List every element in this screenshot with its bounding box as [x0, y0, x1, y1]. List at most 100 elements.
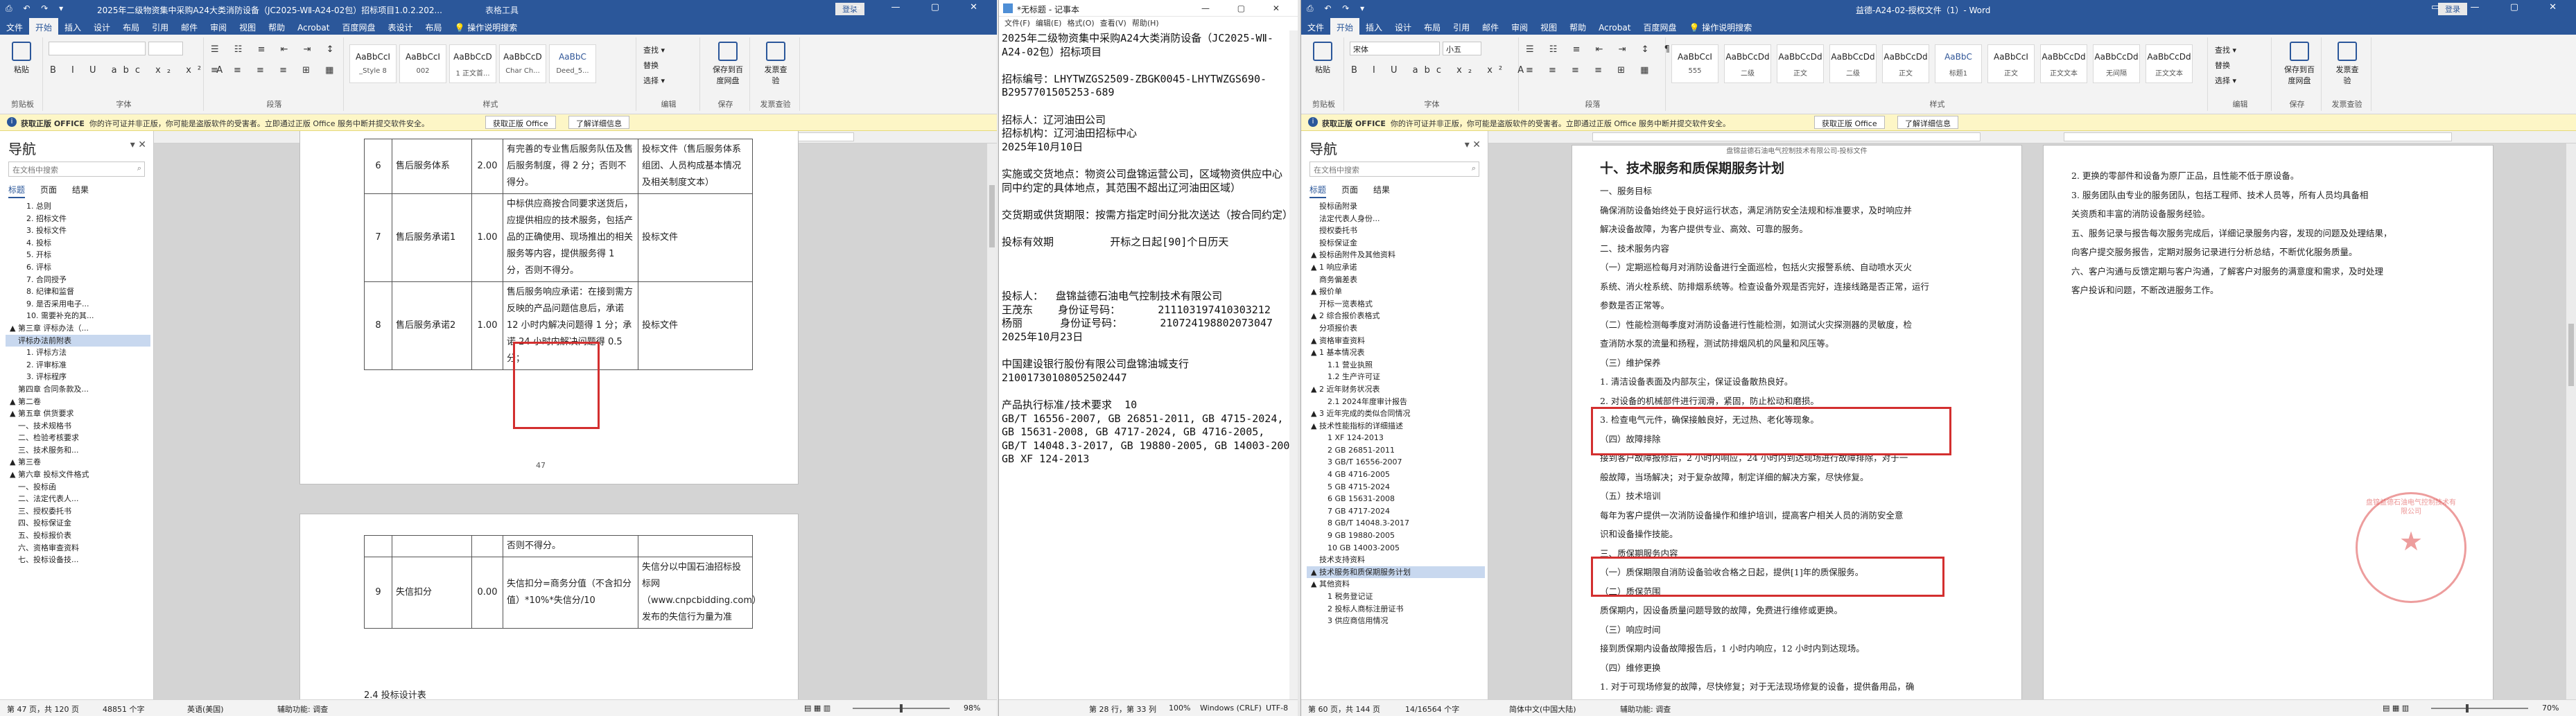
tab-layout[interactable]: 布局 — [116, 18, 146, 35]
style-gallery-item[interactable]: AaBbCcDd 二级 — [1829, 44, 1877, 83]
nav-heading-item[interactable]: 1. 评标方法 — [6, 347, 150, 359]
tab-table-design[interactable]: 表设计 — [381, 18, 419, 35]
style-gallery-item[interactable]: AaBbCcD 1 正文首... — [449, 44, 496, 83]
nav-heading-item[interactable]: 10 GB 14003-2005 — [1307, 542, 1485, 555]
word-count[interactable]: 48851 个字 — [103, 704, 145, 715]
replace-button[interactable]: 替换 — [643, 58, 665, 73]
zoom-slider[interactable] — [2431, 708, 2528, 709]
quick-access-toolbar[interactable]: ⎙ ↶ ↷ ▾ — [1307, 3, 1368, 14]
nav-heading-item[interactable]: 1 税务登记证 — [1307, 591, 1485, 603]
nav-heading-item[interactable]: 2.1 2024年度审计报告 — [1307, 396, 1485, 408]
replace-button[interactable]: 替换 — [2215, 58, 2236, 73]
nav-heading-item[interactable]: 9 GB 19880-2005 — [1307, 530, 1485, 542]
nav-heading-item[interactable]: 五、投标报价表 — [6, 530, 150, 542]
tab-mailings[interactable]: 邮件 — [1476, 18, 1505, 35]
nav-heading-item[interactable]: 第四章 合同条款及... — [6, 383, 150, 396]
close-icon[interactable]: ▾ ✕ — [130, 139, 146, 150]
style-gallery-item[interactable]: AaBbCcDd 二级 — [1724, 44, 1771, 83]
style-gallery-item[interactable]: AaBbCcDd 正文文本 — [2040, 44, 2087, 83]
vertical-scrollbar[interactable] — [987, 143, 997, 699]
nav-heading-item[interactable]: 商务偏差表 — [1307, 274, 1485, 286]
tab-design[interactable]: 设计 — [1389, 18, 1418, 35]
menu-help[interactable]: 帮助(H) — [1132, 19, 1159, 28]
tab-home[interactable]: 开始 — [1330, 18, 1360, 35]
learn-more-button[interactable]: 了解详细信息 — [568, 116, 629, 129]
font-size-box[interactable] — [148, 42, 183, 55]
get-genuine-office-button[interactable]: 获取正版 Office — [1814, 116, 1885, 129]
tab-mailings[interactable]: 邮件 — [175, 18, 204, 35]
accessibility[interactable]: 辅助功能: 调查 — [277, 704, 328, 715]
save-to-baidu-button[interactable]: 保存到百度网盘 — [2283, 42, 2316, 85]
tab-review[interactable]: 审阅 — [1505, 18, 1534, 35]
window-controls[interactable]: — ▢ ✕ — [1201, 3, 1292, 13]
align-buttons[interactable]: ≡ ≡ ≡ ≡ ⊞ ▦ — [211, 65, 340, 76]
nav-heading-item[interactable]: 1.1 营业执照 — [1307, 359, 1485, 372]
nav-heading-item[interactable]: ▲ 投标函附件及其他资料 — [1307, 249, 1485, 261]
nav-heading-item[interactable]: ▲ 第三章 评标办法（... — [6, 322, 150, 335]
window-controls[interactable]: ▭ — ▢ ✕ — [852, 2, 991, 12]
tab-acrobat[interactable]: Acrobat — [1592, 19, 1637, 35]
vertical-scrollbar[interactable] — [2566, 143, 2576, 699]
find-button[interactable]: 查找 ▾ — [2215, 43, 2236, 58]
invoice-check-button[interactable]: 发票查验 — [2333, 42, 2362, 85]
style-gallery-item[interactable]: AaBbCcD Char Ch... — [499, 44, 546, 83]
style-gallery-item[interactable]: AaBbCcI 002 — [399, 44, 446, 83]
nav-heading-item[interactable]: ▲ 报价单 — [1307, 286, 1485, 298]
find-button[interactable]: 查找 ▾ — [643, 43, 665, 58]
align-buttons[interactable]: ≡ ≡ ≡ ≡ ⊞ ▦ — [1526, 65, 1655, 76]
tab-baidu[interactable]: 百度网盘 — [336, 18, 381, 35]
nav-heading-item[interactable]: 2 投标人商标注册证书 — [1307, 603, 1485, 615]
language[interactable]: 简体中文(中国大陆) — [1509, 704, 1576, 715]
nav-heading-item[interactable]: 二、检验考核要求 — [6, 432, 150, 444]
page-count[interactable]: 第 47 页，共 120 页 — [7, 704, 79, 715]
invoice-check-button[interactable]: 发票查验 — [761, 42, 790, 85]
nav-heading-item[interactable]: ▲ 3 近年完成的类似合同情况 — [1307, 408, 1485, 420]
tab-table-layout[interactable]: 布局 — [419, 18, 448, 35]
page-count[interactable]: 第 60 页，共 144 页 — [1308, 704, 1380, 715]
learn-more-button[interactable]: 了解详细信息 — [1897, 116, 1958, 129]
zoom-level[interactable]: 70% — [2542, 704, 2559, 713]
nav-heading-item[interactable]: 三、技术服务和... — [6, 444, 150, 457]
nav-heading-item[interactable]: ▲ 第六章 投标文件格式 — [6, 469, 150, 481]
nav-heading-item[interactable]: ▲ 资格审查资料 — [1307, 335, 1485, 347]
nav-tab-headings[interactable]: 标题 — [8, 185, 26, 198]
accessibility[interactable]: 辅助功能: 调查 — [1620, 704, 1671, 715]
nav-heading-item[interactable]: ▲ 其他资料 — [1307, 578, 1485, 591]
nav-heading-item[interactable]: 投标函附录 — [1307, 200, 1485, 213]
nav-heading-item[interactable]: 6 GB 15631-2008 — [1307, 493, 1485, 505]
vertical-scrollbar[interactable] — [1289, 30, 1298, 699]
tell-me-search[interactable]: 💡 操作说明搜索 — [449, 18, 524, 35]
tell-me-search[interactable]: 💡 操作说明搜索 — [1682, 18, 1758, 35]
nav-heading-item[interactable]: 4. 投标 — [6, 237, 150, 250]
nav-tab-results[interactable]: 结果 — [1373, 185, 1390, 195]
quick-access-toolbar[interactable]: ⎙ ↶ ↷ ▾ — [6, 3, 67, 14]
nav-heading-item[interactable]: 3 供应商信用情况 — [1307, 615, 1485, 627]
nav-heading-item[interactable]: 2. 招标文件 — [6, 213, 150, 225]
zoom-knob[interactable] — [900, 704, 903, 713]
menu-edit[interactable]: 编辑(E) — [1036, 19, 1062, 28]
nav-heading-item[interactable]: 四、投标保证金 — [6, 517, 150, 530]
nav-heading-item[interactable]: ▲ 1 响应承诺 — [1307, 261, 1485, 274]
tab-file[interactable]: 文件 — [1301, 18, 1330, 35]
nav-heading-item[interactable]: 2 GB 26851-2011 — [1307, 444, 1485, 457]
nav-heading-item[interactable]: 七、投标设备技... — [6, 554, 150, 566]
nav-tab-pages[interactable]: 页面 — [1341, 185, 1358, 195]
style-gallery-item[interactable]: AaBbC 标题1 — [1935, 44, 1982, 83]
list-buttons[interactable]: ☰ ☷ ≡ ⇤ ⇥ ↕ ¶ — [211, 44, 361, 55]
tab-help[interactable]: 帮助 — [1563, 18, 1592, 35]
style-gallery-item[interactable]: AaBbCcI 555 — [1671, 44, 1718, 83]
view-buttons[interactable]: ▤ ▦ ▥ — [804, 704, 830, 713]
nav-heading-item[interactable]: 9. 是否采用电子... — [6, 298, 150, 311]
nav-heading-item[interactable]: ▲ 第五章 供货要求 — [6, 408, 150, 420]
nav-heading-item[interactable]: 授权委托书 — [1307, 225, 1485, 237]
nav-heading-item[interactable]: 10. 需要补充的其... — [6, 310, 150, 322]
save-to-baidu-button[interactable]: 保存到百度网盘 — [711, 42, 745, 85]
style-gallery-item[interactable]: AaBbC Deed_5... — [549, 44, 596, 83]
word-count[interactable]: 14/16564 个字 — [1405, 704, 1459, 715]
nav-heading-item[interactable]: 1. 总则 — [6, 200, 150, 213]
nav-heading-item[interactable]: 一、投标函 — [6, 481, 150, 494]
style-gallery-item[interactable]: AaBbCcDd 正文 — [1882, 44, 1929, 83]
zoom-level[interactable]: 98% — [964, 704, 980, 713]
nav-heading-item[interactable]: 6. 评标 — [6, 261, 150, 274]
nav-heading-item[interactable]: ▲ 第二卷 — [6, 396, 150, 408]
